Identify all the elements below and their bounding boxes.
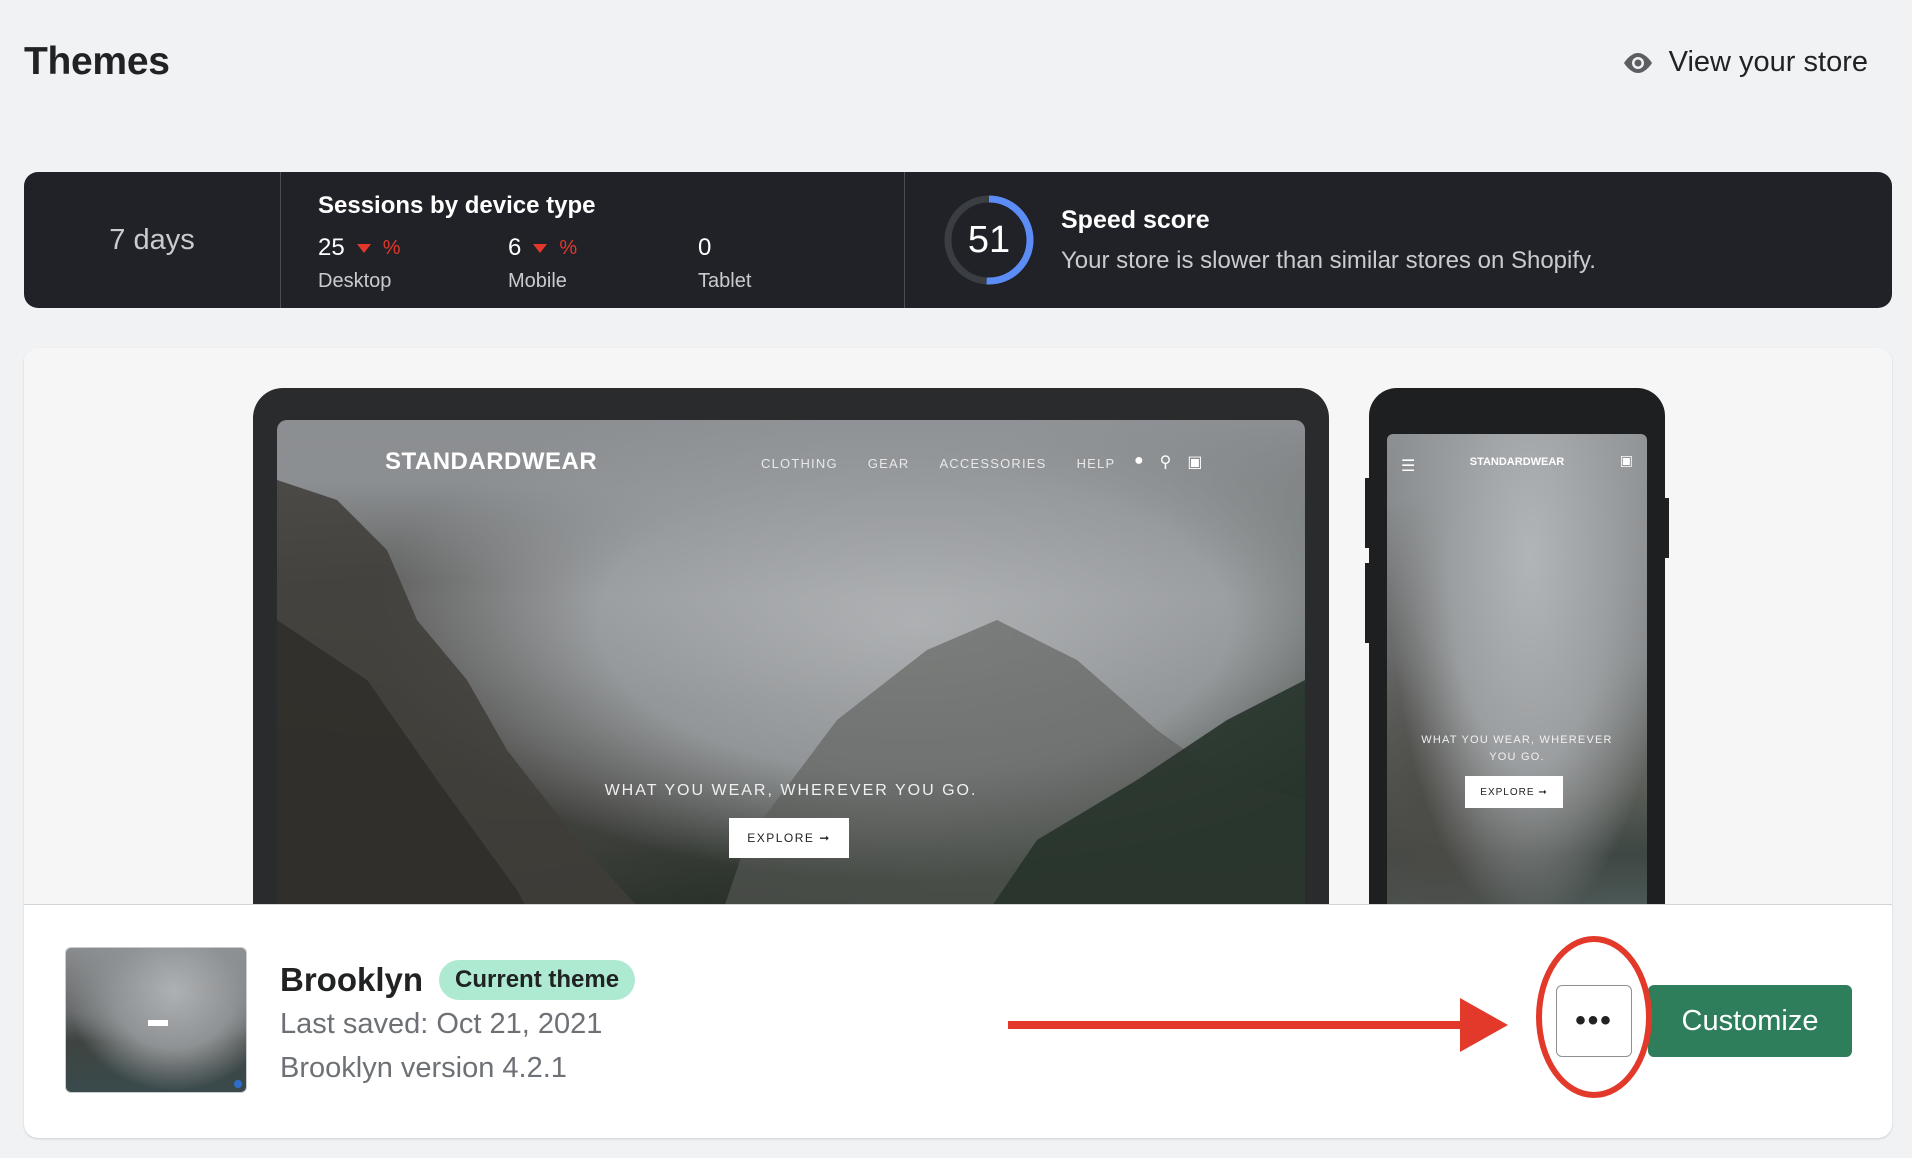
phone-side-button <box>1365 478 1371 548</box>
theme-version: Brooklyn version 4.2.1 <box>280 1052 567 1084</box>
explore-button: EXPLORE ➞ <box>729 818 849 858</box>
mobile-preview: ☰ STANDARDWEAR ▣ WHAT YOU WEAR, WHEREVER… <box>1365 388 1669 904</box>
page-title: Themes <box>24 40 170 83</box>
nav-item: CLOTHING <box>761 456 838 471</box>
thumbnail-button <box>148 1020 168 1026</box>
view-store-label: View your store <box>1668 46 1868 78</box>
store-nav: CLOTHING GEAR ACCESSORIES HELP <box>761 456 1115 471</box>
session-label: Mobile <box>508 270 567 292</box>
session-desktop: 25% Desktop <box>318 234 508 293</box>
phone-side-button <box>1663 498 1669 558</box>
nav-item: ACCESSORIES <box>939 456 1047 471</box>
date-range-label: 7 days <box>109 223 195 256</box>
theme-thumbnail <box>65 947 247 1093</box>
cart-icon: ▣ <box>1187 454 1203 471</box>
desktop-preview: STANDARDWEAR CLOTHING GEAR ACCESSORIES H… <box>253 388 1329 904</box>
date-range[interactable]: 7 days <box>24 172 281 308</box>
session-label: Desktop <box>318 270 392 292</box>
session-value: 0 <box>698 234 712 261</box>
session-tablet: 0 Tablet <box>698 234 888 293</box>
hero-text: WHAT YOU WEAR, WHEREVER YOU GO. <box>604 782 978 799</box>
nav-item: HELP <box>1076 456 1116 471</box>
session-mobile: 6% Mobile <box>508 234 698 293</box>
speed-score-section[interactable]: 51 Speed score Your store is slower than… <box>905 172 1892 308</box>
eye-icon <box>1623 52 1652 73</box>
customize-button[interactable]: Customize <box>1648 985 1852 1057</box>
theme-name: Brooklyn <box>280 961 424 998</box>
speed-title: Speed score <box>1061 205 1210 234</box>
speed-description: Your store is slower than similar stores… <box>1061 246 1596 274</box>
store-logo: STANDARDWEAR <box>385 448 598 475</box>
theme-name-row: Brooklyn Current theme <box>280 960 636 1000</box>
trend-unit: % <box>382 236 401 259</box>
view-store-link[interactable]: View your store <box>1621 46 1868 79</box>
mobile-explore-button: EXPLORE ➞ <box>1465 776 1563 808</box>
trend-unit: % <box>559 236 578 259</box>
mobile-screen: ☰ STANDARDWEAR ▣ WHAT YOU WEAR, WHEREVER… <box>1387 434 1647 904</box>
annotation-circle <box>1536 936 1652 1098</box>
trend-down-icon <box>533 243 548 253</box>
search-icon: ⚲ <box>1159 454 1172 471</box>
phone-side-button <box>1365 563 1371 643</box>
sessions-title: Sessions by device type <box>318 192 596 219</box>
speed-score-value: 51 <box>967 218 1011 261</box>
session-value: 25 <box>318 234 345 261</box>
store-icons: ● ⚲ ▣ <box>1134 452 1203 472</box>
cart-icon: ▣ <box>1619 452 1633 468</box>
session-value: 6 <box>508 234 522 261</box>
sessions-by-device: Sessions by device type 25% Desktop 6% M… <box>281 172 905 308</box>
desktop-screen: STANDARDWEAR CLOTHING GEAR ACCESSORIES H… <box>277 420 1305 904</box>
mobile-hero-text: WHAT YOU WEAR, WHEREVER YOU GO. <box>1421 734 1613 763</box>
thumbnail-status-dot <box>234 1080 242 1088</box>
mobile-store-logo: STANDARDWEAR <box>1469 456 1565 468</box>
user-icon: ● <box>1134 452 1144 469</box>
current-theme-badge: Current theme <box>439 960 636 1000</box>
annotation-arrow <box>1008 998 1508 1052</box>
trend-down-icon <box>356 243 371 253</box>
nav-item: GEAR <box>867 456 910 471</box>
speed-score-ring: 51 <box>943 194 1035 286</box>
session-label: Tablet <box>698 270 752 292</box>
last-saved: Last saved: Oct 21, 2021 <box>280 1008 603 1040</box>
theme-preview: STANDARDWEAR CLOTHING GEAR ACCESSORIES H… <box>24 348 1892 905</box>
stats-bar: 7 days Sessions by device type 25% Deskt… <box>24 172 1892 308</box>
